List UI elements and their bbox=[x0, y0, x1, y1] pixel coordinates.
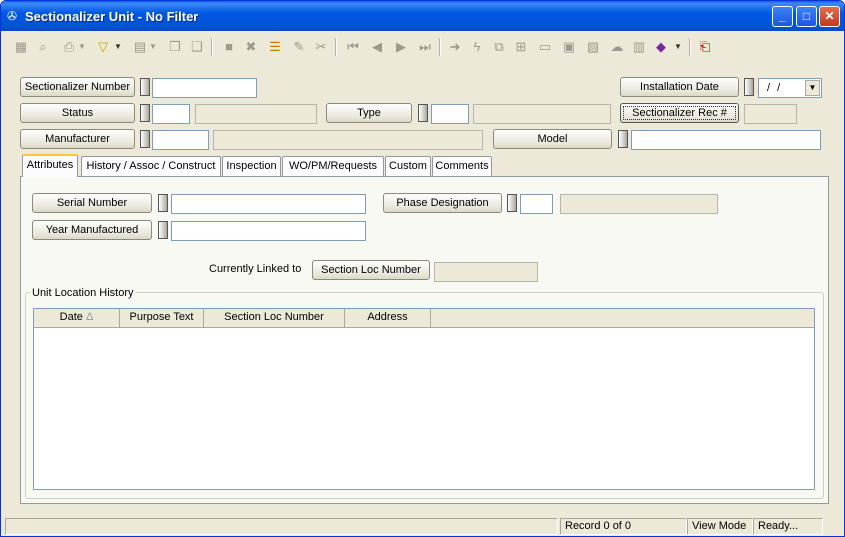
stack-icon[interactable]: ☰ bbox=[265, 37, 285, 57]
cut-icon[interactable]: ✂ bbox=[311, 37, 331, 57]
column-header-purpose-text[interactable]: Purpose Text bbox=[120, 309, 204, 327]
installation-date-value: / / bbox=[767, 82, 783, 94]
print-icon[interactable]: ⎙ bbox=[59, 37, 79, 57]
field-indicator bbox=[744, 78, 754, 96]
tab-wo-pm-requests[interactable]: WO/PM/Requests bbox=[282, 156, 384, 176]
next-record-icon[interactable]: ▶ bbox=[391, 37, 411, 57]
toolbar: ▦ ⌕ ⎙ ▼ ▽ ▼ ▤ ▼ ❐ ❑ ■ ✖ ☰ ✎ ✂ ⏮ ◀ ▶ ⏭ ➜ … bbox=[5, 32, 841, 62]
preview-icon[interactable]: ⌕ bbox=[33, 37, 53, 57]
sectionalizer-rec-button[interactable]: Sectionalizer Rec # bbox=[620, 103, 739, 123]
copy-icon[interactable]: ❐ bbox=[165, 37, 185, 57]
year-manufactured-button[interactable]: Year Manufactured bbox=[32, 220, 152, 240]
year-manufactured-input[interactable] bbox=[171, 221, 366, 241]
phase-description bbox=[560, 194, 718, 214]
installation-date-button[interactable]: Installation Date bbox=[620, 77, 739, 97]
cloud-icon[interactable]: ☁ bbox=[607, 37, 627, 57]
unit-location-history-label: Unit Location History bbox=[30, 287, 136, 299]
title-bar[interactable]: ✇ Sectionalizer Unit - No Filter _ □ ✕ bbox=[1, 1, 844, 31]
column-header-address[interactable]: Address bbox=[345, 309, 431, 327]
section-loc-number-button[interactable]: Section Loc Number bbox=[312, 260, 430, 280]
link-icon[interactable]: ⧉ bbox=[489, 37, 509, 57]
save-icon[interactable]: ■ bbox=[219, 37, 239, 57]
manufacturer-button[interactable]: Manufacturer bbox=[20, 129, 135, 149]
exit-icon[interactable]: ⎗ bbox=[695, 37, 715, 57]
tab-attributes[interactable]: Attributes bbox=[22, 154, 78, 177]
model-input[interactable] bbox=[631, 130, 821, 150]
model-button[interactable]: Model bbox=[493, 129, 612, 149]
close-button[interactable]: ✕ bbox=[819, 6, 840, 27]
sheet-icon[interactable]: ▤ bbox=[130, 37, 150, 57]
goto-icon[interactable]: ➜ bbox=[445, 37, 465, 57]
filter-dropdown[interactable]: ▼ bbox=[113, 37, 123, 57]
manufacturer-description bbox=[213, 130, 483, 150]
field-indicator bbox=[618, 130, 628, 148]
app-icon: ✇ bbox=[7, 9, 18, 23]
type-code-input[interactable] bbox=[431, 104, 469, 124]
field-indicator bbox=[140, 130, 150, 148]
minimize-button[interactable]: _ bbox=[772, 6, 793, 27]
filter-icon[interactable]: ▽ bbox=[93, 37, 113, 57]
status-description bbox=[195, 104, 317, 124]
tab-custom[interactable]: Custom bbox=[385, 156, 431, 176]
field-indicator bbox=[418, 104, 428, 122]
window-title: Sectionalizer Unit - No Filter bbox=[25, 9, 199, 24]
tab-comments[interactable]: Comments bbox=[432, 156, 492, 176]
view-mode-status: View Mode bbox=[687, 518, 753, 535]
lightning-icon[interactable]: ϟ bbox=[467, 37, 487, 57]
status-bar: Record 0 of 0 View Mode Ready... bbox=[1, 515, 844, 536]
manufacturer-code-input[interactable] bbox=[152, 130, 209, 150]
column-header-date[interactable]: Date Δ bbox=[34, 309, 120, 327]
sectionalizer-number-input[interactable] bbox=[152, 78, 257, 98]
currently-linked-label: Currently Linked to bbox=[209, 263, 302, 275]
phase-designation-button[interactable]: Phase Designation bbox=[383, 193, 502, 213]
sectionalizer-number-button[interactable]: Sectionalizer Number bbox=[20, 77, 135, 97]
book-icon[interactable]: ◆ bbox=[651, 37, 671, 57]
paste-icon[interactable]: ❑ bbox=[187, 37, 207, 57]
type-description bbox=[473, 104, 611, 124]
type-button[interactable]: Type bbox=[326, 103, 412, 123]
grid-icon[interactable]: ▦ bbox=[11, 37, 31, 57]
status-message-panel bbox=[5, 518, 558, 535]
serial-number-input[interactable] bbox=[171, 194, 366, 214]
field-indicator bbox=[507, 194, 517, 212]
tree-icon[interactable]: ⊞ bbox=[511, 37, 531, 57]
grid-header: Date Δ Purpose Text Section Loc Number A… bbox=[34, 309, 814, 328]
date-dropdown-button[interactable]: ▼ bbox=[805, 80, 820, 96]
prev-record-icon[interactable]: ◀ bbox=[367, 37, 387, 57]
table-icon[interactable]: ▥ bbox=[629, 37, 649, 57]
maximize-button[interactable]: □ bbox=[796, 6, 817, 27]
first-record-icon[interactable]: ⏮ bbox=[343, 37, 363, 57]
tab-history-assoc-construct[interactable]: History / Assoc / Construct bbox=[81, 156, 221, 176]
status-button[interactable]: Status bbox=[20, 103, 135, 123]
unit-location-history-grid[interactable]: Date Δ Purpose Text Section Loc Number A… bbox=[33, 308, 815, 490]
book-dropdown[interactable]: ▼ bbox=[673, 37, 683, 57]
phase-code-input[interactable] bbox=[520, 194, 553, 214]
field-indicator bbox=[158, 221, 168, 239]
last-record-icon[interactable]: ⏭ bbox=[415, 37, 435, 57]
sheet-dropdown[interactable]: ▼ bbox=[148, 37, 158, 57]
print-dropdown[interactable]: ▼ bbox=[77, 37, 87, 57]
column-header-date-label: Date bbox=[59, 311, 83, 323]
application-window: ✇ Sectionalizer Unit - No Filter _ □ ✕ ▦… bbox=[0, 0, 845, 537]
status-code-input[interactable] bbox=[152, 104, 190, 124]
installation-date-input[interactable]: / / ▼ bbox=[758, 78, 822, 98]
ready-status: Ready... bbox=[753, 518, 823, 535]
tab-inspection[interactable]: Inspection bbox=[222, 156, 281, 176]
field-indicator bbox=[140, 78, 150, 96]
column-header-section-loc-number[interactable]: Section Loc Number bbox=[204, 309, 345, 327]
record-count: Record 0 of 0 bbox=[560, 518, 687, 535]
edit-icon[interactable]: ✎ bbox=[289, 37, 309, 57]
form-icon[interactable]: ▭ bbox=[535, 37, 555, 57]
section-loc-number-value bbox=[434, 262, 538, 282]
sort-ascending-icon: Δ bbox=[85, 311, 94, 323]
calc-icon[interactable]: ▣ bbox=[559, 37, 579, 57]
serial-number-button[interactable]: Serial Number bbox=[32, 193, 152, 213]
sectionalizer-rec-value bbox=[744, 104, 797, 124]
map-icon[interactable]: ▧ bbox=[583, 37, 603, 57]
delete-icon[interactable]: ✖ bbox=[241, 37, 261, 57]
field-indicator bbox=[158, 194, 168, 212]
field-indicator bbox=[140, 104, 150, 122]
